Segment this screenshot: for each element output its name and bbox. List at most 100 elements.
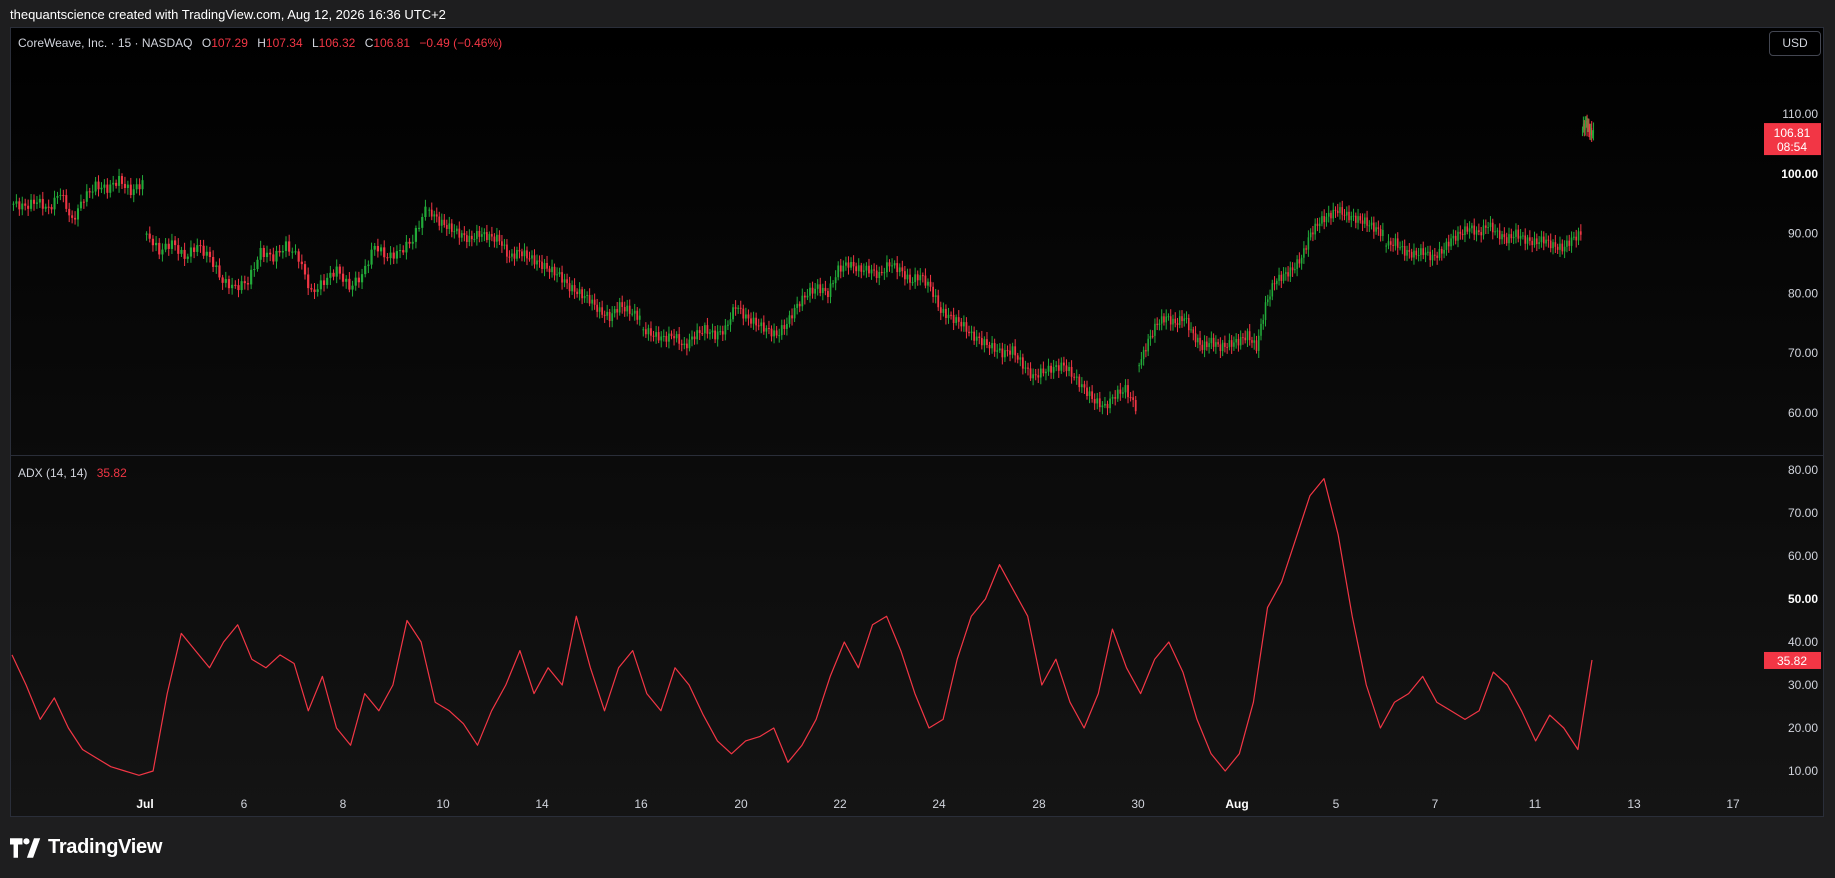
candle-body: [1471, 225, 1473, 229]
candle-body: [1354, 215, 1357, 223]
candle-body: [891, 265, 893, 267]
candle-body: [1014, 346, 1017, 356]
candle-body: [1491, 222, 1494, 233]
candle-body: [1496, 230, 1499, 232]
candle-body: [791, 315, 793, 319]
candle-body: [1140, 359, 1143, 366]
candle-body: [1590, 128, 1592, 135]
candle-body: [307, 274, 310, 289]
candle-body: [1580, 231, 1582, 235]
candle-body: [1127, 385, 1129, 398]
candle-body: [1321, 216, 1323, 224]
candle-body: [747, 314, 750, 319]
candle-body: [814, 288, 817, 294]
high-label: H: [257, 36, 266, 50]
candle-body: [770, 328, 773, 337]
candle-body: [373, 245, 376, 250]
candle-body: [1300, 257, 1303, 264]
candle-body: [750, 318, 752, 324]
candle-body: [1482, 225, 1485, 236]
candle-body: [932, 286, 934, 297]
candle-body: [1345, 211, 1348, 216]
tradingview-brand[interactable]: TradingView: [10, 836, 162, 859]
candle-body: [1487, 227, 1489, 229]
candle-body: [709, 332, 711, 334]
candle-body: [1399, 247, 1401, 249]
candle-body: [59, 195, 62, 197]
candle-body: [788, 315, 791, 324]
candle-body: [916, 274, 919, 281]
candle-body: [558, 272, 561, 275]
candle-body: [957, 317, 960, 322]
candle-body: [521, 251, 523, 257]
candle-body: [411, 241, 414, 244]
candle-body: [1318, 223, 1321, 227]
candle-body: [1224, 342, 1226, 347]
candle-body: [158, 242, 161, 255]
candle-body: [496, 234, 498, 242]
candle-body: [189, 247, 193, 257]
candle-body: [1294, 269, 1296, 271]
candle-body: [62, 195, 65, 197]
candle-body: [1298, 259, 1301, 264]
candle-body: [1037, 375, 1040, 378]
candle-body: [450, 223, 453, 232]
candle-body: [1019, 357, 1022, 360]
time-axis-tick-label: 5: [1333, 797, 1340, 811]
candle-body: [1459, 231, 1462, 234]
candle-body: [883, 272, 886, 274]
candle-body: [628, 305, 631, 314]
candle-body: [965, 322, 968, 332]
candle-body: [1194, 333, 1197, 343]
candle-body: [1436, 255, 1438, 258]
candle-body: [1073, 376, 1076, 378]
candle-body: [698, 330, 701, 334]
candle-body: [164, 243, 167, 250]
candle-body: [829, 283, 832, 298]
candle-body: [798, 303, 801, 307]
candle-body: [215, 265, 218, 267]
candle-body: [757, 325, 760, 327]
candle-body: [518, 249, 521, 252]
candle-body: [1239, 337, 1242, 346]
candle-body: [1009, 350, 1011, 355]
candle-body: [1417, 255, 1420, 257]
candle-body: [1427, 251, 1429, 253]
candle-body: [161, 249, 164, 255]
time-axis-tick-label: 6: [241, 797, 248, 811]
candle-body: [1524, 235, 1527, 244]
candle-body: [729, 319, 732, 325]
candle-body: [576, 291, 578, 295]
candle-body: [1260, 323, 1262, 336]
candle-body: [345, 278, 348, 282]
currency-button[interactable]: USD: [1769, 31, 1821, 56]
candle-body: [1519, 235, 1522, 239]
candle-body: [685, 343, 688, 349]
candle-body: [1443, 249, 1445, 254]
candle-body: [983, 339, 986, 346]
candle-body: [1540, 236, 1543, 243]
candle-body: [167, 243, 170, 249]
candle-body: [773, 330, 775, 337]
candle-body: [1230, 340, 1233, 347]
candle-body: [85, 191, 88, 202]
candle-body: [901, 267, 904, 272]
open-value: 107.29: [211, 36, 248, 50]
candle-body: [893, 263, 896, 266]
candle-body: [533, 255, 536, 265]
candle-body: [91, 191, 94, 193]
candle-body: [221, 277, 224, 283]
candle-body: [870, 269, 873, 274]
candle-body: [1282, 273, 1285, 281]
candle-body: [74, 217, 77, 220]
candle-body: [688, 339, 691, 349]
close-value: 106.81: [373, 36, 411, 50]
candle-body: [927, 281, 929, 286]
candle-body: [1228, 340, 1231, 348]
last-price-label: 106.81: [1774, 126, 1811, 140]
candle-body: [1032, 374, 1035, 379]
candle-body: [138, 184, 141, 190]
candle-body: [132, 189, 135, 196]
price-axis-tick-label: 70.00: [1788, 346, 1818, 360]
candle-body: [151, 238, 155, 246]
